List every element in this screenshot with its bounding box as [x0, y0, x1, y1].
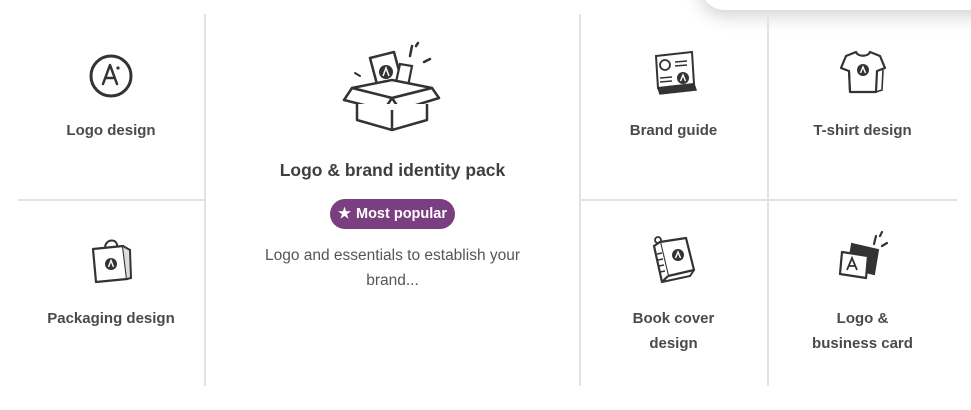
book-cover-design-card[interactable]: Book cover design — [580, 200, 767, 386]
most-popular-badge: ★ Most popular — [330, 199, 455, 229]
most-popular-label: Most popular — [355, 206, 448, 222]
book-cover-design-label: Book cover design — [632, 310, 715, 352]
logo-design-label: Logo design — [66, 122, 156, 139]
star-icon: ★ — [337, 206, 351, 222]
logo-badge-icon — [89, 54, 133, 98]
logo-business-card-card[interactable]: Logo & business card — [768, 200, 957, 386]
packaging-design-label: Packaging design — [47, 310, 175, 327]
logo-design-card[interactable]: Logo design — [18, 14, 204, 199]
open-box-icon — [342, 41, 441, 132]
brand-identity-pack-title: Logo & brand identity pack — [279, 160, 506, 180]
shopping-bag-icon — [91, 239, 133, 284]
logo-business-card-label: Logo & business card — [812, 310, 913, 352]
popover-shadow — [700, 0, 971, 10]
brand-guide-card[interactable]: Brand guide — [580, 14, 767, 199]
tshirt-design-card[interactable]: T-shirt design — [768, 14, 957, 199]
brand-guide-label: Brand guide — [629, 122, 718, 139]
brand-guide-book-icon — [654, 50, 698, 95]
business-card-icon — [838, 230, 889, 280]
tshirt-icon — [839, 50, 887, 94]
book-icon — [652, 236, 696, 284]
tshirt-design-label: T-shirt design — [813, 122, 912, 139]
brand-identity-pack-description: Logo and essentials to establish your br… — [264, 247, 521, 289]
packaging-design-card[interactable]: Packaging design — [18, 200, 204, 386]
